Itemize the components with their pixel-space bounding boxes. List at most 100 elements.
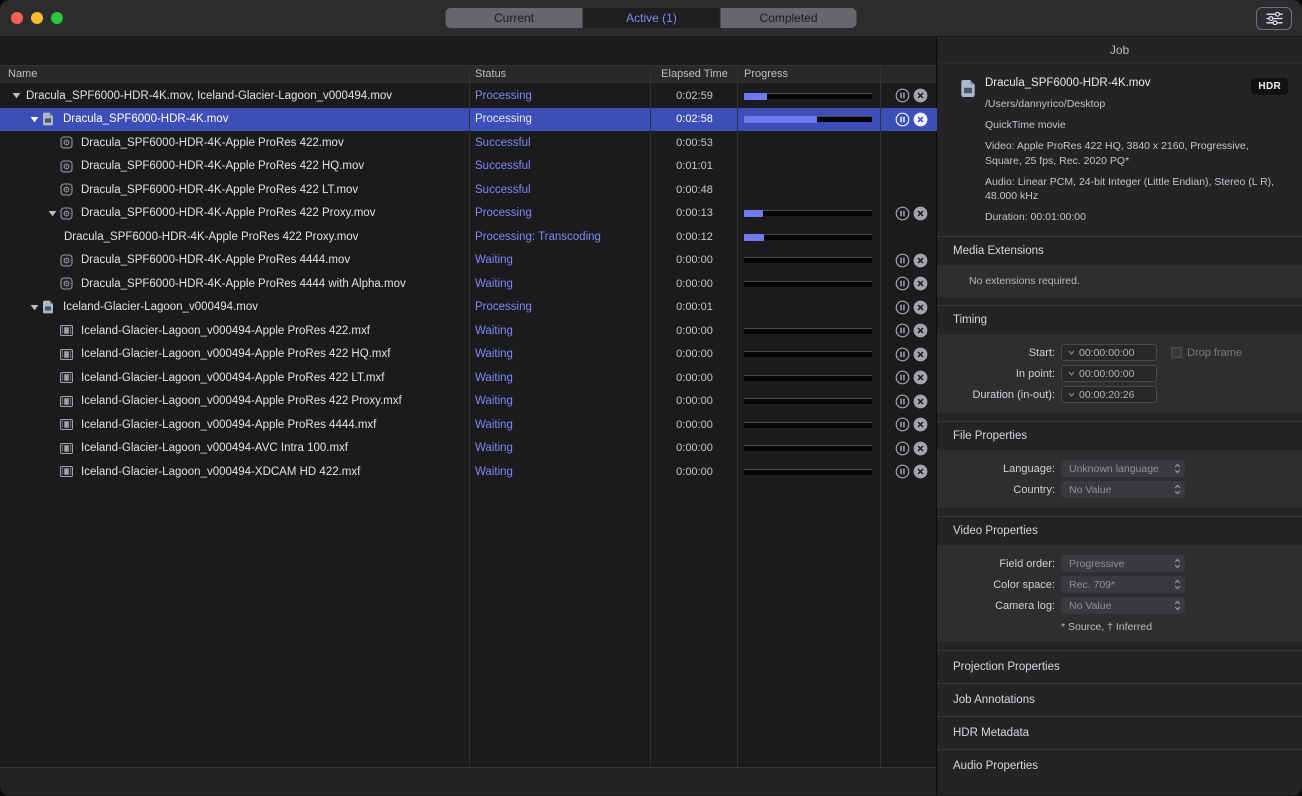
- popup-arrows-icon: [1174, 600, 1181, 611]
- field-order-popup[interactable]: Progressive: [1061, 555, 1185, 573]
- sliders-icon: [1265, 12, 1283, 25]
- cancel-button[interactable]: [913, 206, 928, 221]
- table-row[interactable]: Dracula_SPF6000-HDR-4K.mov Processing 0:02…: [0, 107, 937, 131]
- section-job-annotations: Job Annotations: [937, 683, 1302, 716]
- table-row[interactable]: Iceland-Glacier-Lagoon_v000494-XDCAM HD …: [0, 460, 937, 484]
- disclosure-triangle-icon[interactable]: [44, 210, 60, 217]
- color-space-popup[interactable]: Rec. 709*: [1061, 576, 1185, 594]
- status-label: Waiting: [475, 254, 513, 267]
- progress-bar: [744, 210, 872, 218]
- progress-bar: [744, 233, 872, 241]
- cancel-button[interactable]: [913, 300, 928, 315]
- row-actions: [881, 253, 937, 268]
- file-name: Iceland-Glacier-Lagoon_v000494-Apple Pro…: [81, 348, 391, 361]
- file-name: Dracula_SPF6000-HDR-4K.mov, Iceland-Glac…: [26, 89, 393, 102]
- table-row[interactable]: Iceland-Glacier-Lagoon_v000494-Apple Pro…: [0, 390, 937, 414]
- table-row[interactable]: Dracula_SPF6000-HDR-4K-Apple ProRes 422 …: [0, 202, 937, 226]
- video-properties-fields: Field order: Progressive Color space: Re…: [937, 545, 1302, 643]
- progress-cell: [738, 351, 881, 358]
- zoom-button[interactable]: [51, 12, 63, 24]
- start-timecode-field[interactable]: 00:00:00:00: [1061, 344, 1157, 362]
- output-icon: [60, 160, 74, 173]
- section-projection-properties: Projection Properties: [937, 650, 1302, 683]
- drop-frame-checkbox[interactable]: Drop frame: [1171, 347, 1242, 359]
- language-popup[interactable]: Unknown language: [1061, 460, 1185, 478]
- cancel-button[interactable]: [913, 394, 928, 409]
- titlebar: Current Active (1) Completed: [0, 0, 1302, 37]
- table-row[interactable]: Iceland-Glacier-Lagoon_v000494-Apple Pro…: [0, 366, 937, 390]
- table-row[interactable]: Dracula_SPF6000-HDR-4K-Apple ProRes 422.…: [0, 131, 937, 155]
- cancel-button[interactable]: [913, 441, 928, 456]
- cancel-button[interactable]: [913, 276, 928, 291]
- pause-button[interactable]: [895, 370, 910, 385]
- progress-bar: [744, 116, 872, 124]
- pause-button[interactable]: [895, 206, 910, 221]
- camera-log-popup[interactable]: No Value: [1061, 597, 1185, 615]
- table-row[interactable]: Dracula_SPF6000-HDR-4K-Apple ProRes 4444…: [0, 249, 937, 273]
- column-header-elapsed-time[interactable]: Elapsed Time: [651, 68, 738, 80]
- table-row[interactable]: Dracula_SPF6000-HDR-4K-Apple ProRes 4444…: [0, 272, 937, 296]
- column-header-name[interactable]: Name: [0, 68, 470, 80]
- row-actions: [881, 206, 937, 221]
- cancel-button[interactable]: [913, 323, 928, 338]
- minimize-button[interactable]: [31, 12, 43, 24]
- cancel-button[interactable]: [913, 112, 928, 127]
- pause-button[interactable]: [895, 112, 910, 127]
- cancel-button[interactable]: [913, 370, 928, 385]
- column-header-status[interactable]: Status: [470, 68, 651, 80]
- pause-button[interactable]: [895, 323, 910, 338]
- close-button[interactable]: [11, 12, 23, 24]
- duration-timecode-field[interactable]: 00:00:20:26: [1061, 386, 1157, 404]
- column-header-progress[interactable]: Progress: [738, 68, 881, 80]
- cancel-button[interactable]: [913, 88, 928, 103]
- progress-bar: [744, 468, 872, 475]
- disclosure-triangle-icon[interactable]: [26, 304, 42, 311]
- pause-button[interactable]: [895, 417, 910, 432]
- pause-button[interactable]: [895, 300, 910, 315]
- tab-active-1[interactable]: Active (1): [582, 8, 720, 28]
- checkbox-box[interactable]: [1171, 347, 1182, 359]
- tab-current[interactable]: Current: [445, 8, 583, 28]
- row-actions: [881, 88, 937, 103]
- table-header: Name Status Elapsed Time Progress: [0, 65, 936, 83]
- table-row[interactable]: Dracula_SPF6000-HDR-4K.mov, Iceland-Glac…: [0, 84, 937, 108]
- country-popup[interactable]: No Value: [1061, 481, 1185, 499]
- table-row[interactable]: Dracula_SPF6000-HDR-4K-Apple ProRes 422 …: [0, 178, 937, 202]
- pause-button[interactable]: [895, 441, 910, 456]
- table-row[interactable]: Iceland-Glacier-Lagoon_v000494.mov Proces…: [0, 296, 937, 320]
- pause-button[interactable]: [895, 276, 910, 291]
- cancel-button[interactable]: [913, 347, 928, 362]
- pause-button[interactable]: [895, 88, 910, 103]
- pause-button[interactable]: [895, 394, 910, 409]
- row-actions: [881, 323, 937, 338]
- inspector-title: Job: [937, 37, 1302, 64]
- progress-cell: [738, 210, 881, 218]
- status-label: Waiting: [475, 465, 513, 478]
- table-row[interactable]: Dracula_SPF6000-HDR-4K-Apple ProRes 422 …: [0, 155, 937, 179]
- file-prop-row-language: Language: Unknown language: [937, 460, 1292, 478]
- disclosure-triangle-icon[interactable]: [8, 92, 24, 99]
- table-row[interactable]: Iceland-Glacier-Lagoon_v000494-AVC Intra…: [0, 437, 937, 461]
- pause-button[interactable]: [895, 464, 910, 479]
- in-point-timecode-field[interactable]: 00:00:00:00: [1061, 365, 1157, 383]
- cancel-button[interactable]: [913, 464, 928, 479]
- table-row[interactable]: Iceland-Glacier-Lagoon_v000494-Apple Pro…: [0, 413, 937, 437]
- status-label: Processing: [475, 301, 532, 314]
- hdr-badge: HDR: [1251, 78, 1288, 95]
- table-row[interactable]: Iceland-Glacier-Lagoon_v000494-Apple Pro…: [0, 319, 937, 343]
- filter-button[interactable]: [1256, 7, 1292, 30]
- table-row[interactable]: Iceland-Glacier-Lagoon_v000494-Apple Pro…: [0, 343, 937, 367]
- field-label: Language:: [1003, 462, 1055, 475]
- tab-completed[interactable]: Completed: [719, 8, 857, 28]
- file-name: Dracula_SPF6000-HDR-4K-Apple ProRes 422 …: [64, 230, 359, 243]
- cancel-button[interactable]: [913, 253, 928, 268]
- disclosure-triangle-icon[interactable]: [26, 116, 42, 123]
- file-name: Dracula_SPF6000-HDR-4K.mov: [63, 113, 229, 126]
- field-label: Field order:: [999, 557, 1055, 570]
- table-row[interactable]: Dracula_SPF6000-HDR-4K-Apple ProRes 422 …: [0, 225, 937, 249]
- cancel-button[interactable]: [913, 417, 928, 432]
- pause-button[interactable]: [895, 253, 910, 268]
- pause-button[interactable]: [895, 347, 910, 362]
- field-label: Duration (in-out):: [972, 388, 1055, 401]
- elapsed-time: 0:00:00: [676, 442, 713, 455]
